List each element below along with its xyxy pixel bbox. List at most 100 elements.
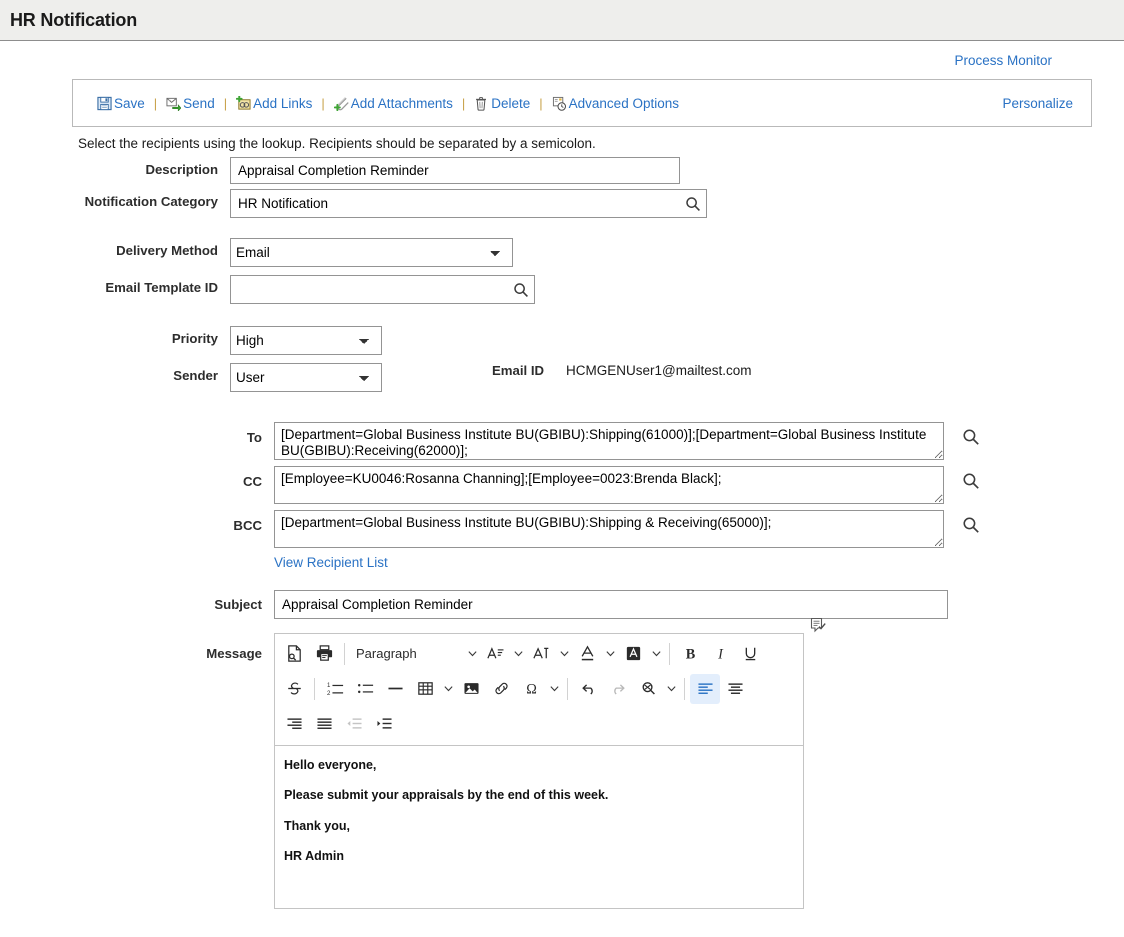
bcc-lookup-search-icon[interactable]: [962, 516, 980, 534]
add-links-label: Add Links: [253, 95, 313, 111]
delivery-method-row: Delivery Method Email: [78, 238, 1100, 267]
email-id-value: HCMGENUser1@mailtest.com: [566, 363, 752, 378]
font-family-chevron-down-icon[interactable]: [556, 639, 572, 669]
link-icon[interactable]: [486, 674, 516, 704]
advanced-options-button[interactable]: Advanced Options: [552, 96, 679, 111]
save-button[interactable]: Save: [97, 96, 145, 111]
message-paragraph: Please submit your appraisals by the end…: [284, 788, 609, 803]
description-input[interactable]: [230, 157, 680, 184]
search-icon[interactable]: [685, 196, 701, 212]
chevron-down-icon: [464, 639, 480, 669]
delivery-method-select[interactable]: Email: [230, 238, 513, 267]
redo-icon: [603, 674, 633, 704]
page-title: HR Notification: [10, 9, 137, 30]
bcc-label: BCC: [233, 518, 262, 533]
bcc-row: BCC [Department=Global Business Institut…: [78, 510, 1100, 548]
align-justify-icon[interactable]: [309, 709, 339, 739]
find-replace-icon[interactable]: [633, 674, 663, 704]
toolbar-divider: [567, 677, 568, 700]
svg-text:Ω: Ω: [526, 682, 537, 698]
message-paragraph: HR Admin: [284, 849, 344, 864]
send-button[interactable]: Send: [166, 96, 215, 111]
find-replace-chevron-down-icon[interactable]: [663, 674, 679, 704]
add-attachments-button[interactable]: Add Attachments: [333, 96, 453, 111]
message-label: Message: [206, 646, 262, 661]
sender-row: Sender User Email ID HCMGENUser1@mailtes…: [78, 363, 1100, 392]
font-color-icon[interactable]: [572, 639, 602, 669]
background-color-chevron-down-icon[interactable]: [648, 639, 664, 669]
message-paragraph: Thank you,: [284, 818, 350, 833]
editor-toolbar-row-2: 1 2 Ω: [279, 671, 799, 706]
background-color-icon[interactable]: [618, 639, 648, 669]
message-body[interactable]: Hello everyone, Please submit your apprai…: [275, 746, 803, 908]
bulleted-list-icon[interactable]: [350, 674, 380, 704]
advanced-options-icon: [552, 96, 567, 111]
add-attachments-icon: [333, 96, 349, 111]
editor-toolbar-row-3: [279, 706, 799, 741]
font-family-icon[interactable]: [526, 639, 556, 669]
svg-text:1: 1: [326, 682, 330, 689]
table-icon[interactable]: [410, 674, 440, 704]
email-template-id-label: Email Template ID: [105, 280, 218, 295]
indent-icon[interactable]: [369, 709, 399, 739]
svg-text:2: 2: [326, 690, 330, 697]
spellcheck-icon[interactable]: [809, 617, 827, 635]
message-row: Message Paragraph B I 1 2 Ω Hello everyo…: [78, 617, 1100, 909]
notification-category-input[interactable]: [230, 189, 707, 218]
view-recipient-list-link[interactable]: View Recipient List: [274, 555, 388, 570]
personalize-link[interactable]: Personalize: [1002, 96, 1073, 111]
cc-lookup-search-icon[interactable]: [962, 472, 980, 490]
special-character-chevron-down-icon[interactable]: [546, 674, 562, 704]
search-icon[interactable]: [513, 282, 529, 298]
toolbar-separator: |: [153, 95, 158, 111]
email-template-id-field: [230, 275, 535, 304]
description-row: Description: [78, 157, 1100, 184]
svg-text:I: I: [717, 646, 724, 662]
svg-text:B: B: [685, 646, 695, 662]
notification-category-field: [230, 189, 707, 218]
numbered-list-icon[interactable]: 1 2: [320, 674, 350, 704]
underline-icon[interactable]: [735, 639, 765, 669]
page-header: HR Notification: [0, 0, 1124, 41]
font-color-chevron-down-icon[interactable]: [602, 639, 618, 669]
editor-toolbar-row-1: Paragraph B I: [279, 636, 799, 671]
cc-input[interactable]: [Employee=KU0046:Rosanna Channing];[Empl…: [274, 466, 944, 504]
undo-icon[interactable]: [573, 674, 603, 704]
horizontal-rule-icon[interactable]: [380, 674, 410, 704]
font-size-chevron-down-icon[interactable]: [510, 639, 526, 669]
toolbar-separator: |: [461, 95, 466, 111]
delivery-method-label: Delivery Method: [116, 243, 218, 258]
add-links-button[interactable]: Add Links: [236, 95, 313, 111]
delete-icon: [474, 96, 489, 111]
print-icon[interactable]: [309, 639, 339, 669]
image-icon[interactable]: [456, 674, 486, 704]
to-input[interactable]: [Department=Global Business Institute BU…: [274, 422, 944, 460]
email-template-id-input[interactable]: [230, 275, 535, 304]
paragraph-style-label: Paragraph: [356, 646, 417, 661]
editor-toolbar: Paragraph B I 1 2 Ω: [275, 634, 803, 746]
bold-icon[interactable]: B: [675, 639, 705, 669]
to-lookup-search-icon[interactable]: [962, 428, 980, 446]
preview-icon[interactable]: [279, 639, 309, 669]
send-icon: [166, 96, 182, 111]
sender-select[interactable]: User: [230, 363, 382, 392]
priority-select[interactable]: High: [230, 326, 382, 355]
font-size-icon[interactable]: [480, 639, 510, 669]
italic-icon[interactable]: I: [705, 639, 735, 669]
bcc-input[interactable]: [Department=Global Business Institute BU…: [274, 510, 944, 548]
align-left-icon[interactable]: [690, 673, 720, 704]
table-chevron-down-icon[interactable]: [440, 674, 456, 704]
process-monitor-link[interactable]: Process Monitor: [954, 53, 1052, 68]
subject-input[interactable]: [274, 590, 948, 619]
paragraph-style-dropdown[interactable]: Paragraph: [350, 639, 480, 669]
description-label: Description: [145, 162, 218, 177]
align-right-icon[interactable]: [279, 709, 309, 739]
advanced-options-label: Advanced Options: [568, 95, 679, 111]
delete-button[interactable]: Delete: [474, 96, 530, 111]
rich-text-editor: Paragraph B I 1 2 Ω Hello everyone, Plea…: [274, 617, 826, 909]
special-character-icon[interactable]: Ω: [516, 674, 546, 704]
strikethrough-icon[interactable]: [279, 674, 309, 704]
email-template-id-row: Email Template ID: [78, 275, 1100, 304]
align-center-icon[interactable]: [720, 674, 750, 704]
save-label: Save: [114, 95, 145, 111]
